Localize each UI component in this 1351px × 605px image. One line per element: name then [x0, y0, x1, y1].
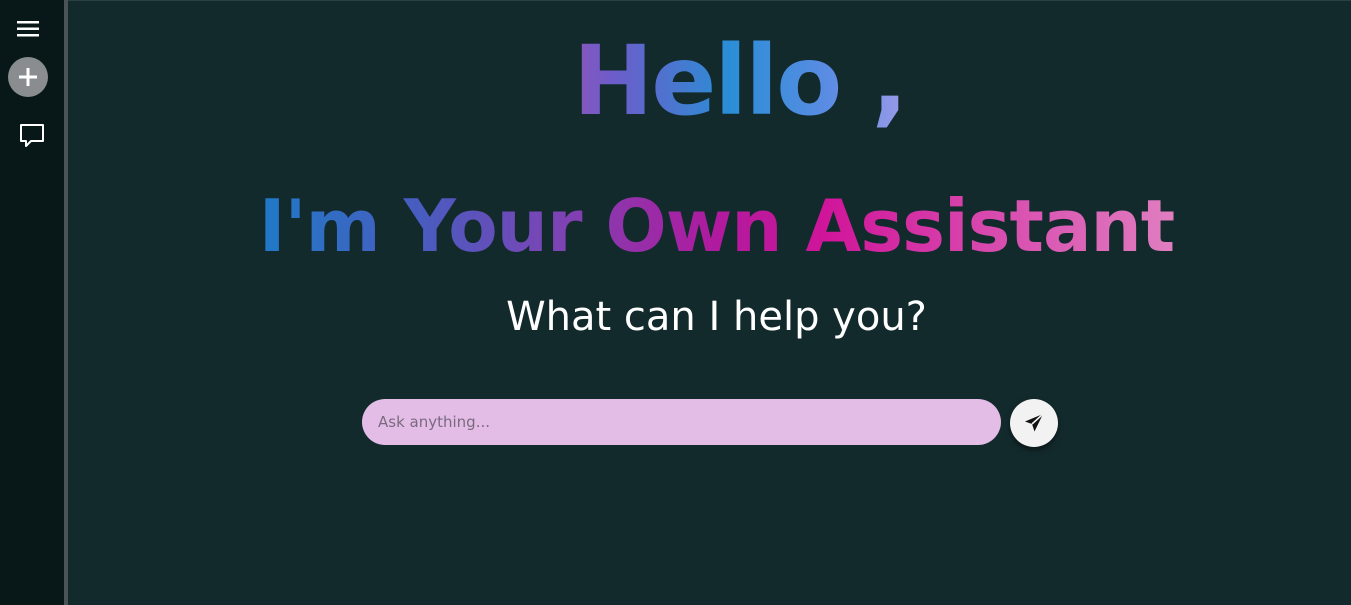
subtitle: What can I help you? [506, 294, 927, 340]
plus-icon [19, 68, 37, 86]
sidebar [0, 0, 68, 605]
chat-bubble-icon [20, 124, 44, 147]
send-button[interactable] [1010, 399, 1058, 447]
search-input[interactable] [362, 399, 1001, 445]
chat-history-button[interactable] [19, 123, 45, 149]
main-panel: Hello , I'm Your Own Assistant What can … [68, 0, 1351, 605]
greeting-title: Hello , [68, 21, 1351, 141]
greeting-text: Hello , [513, 25, 908, 137]
headline-title: I'm Your Own Assistant [68, 181, 1351, 271]
headline-text: I'm Your Own Assistant [258, 184, 1175, 268]
hamburger-menu-icon[interactable] [16, 17, 40, 41]
send-icon [1025, 413, 1044, 432]
new-chat-button[interactable] [8, 57, 48, 97]
